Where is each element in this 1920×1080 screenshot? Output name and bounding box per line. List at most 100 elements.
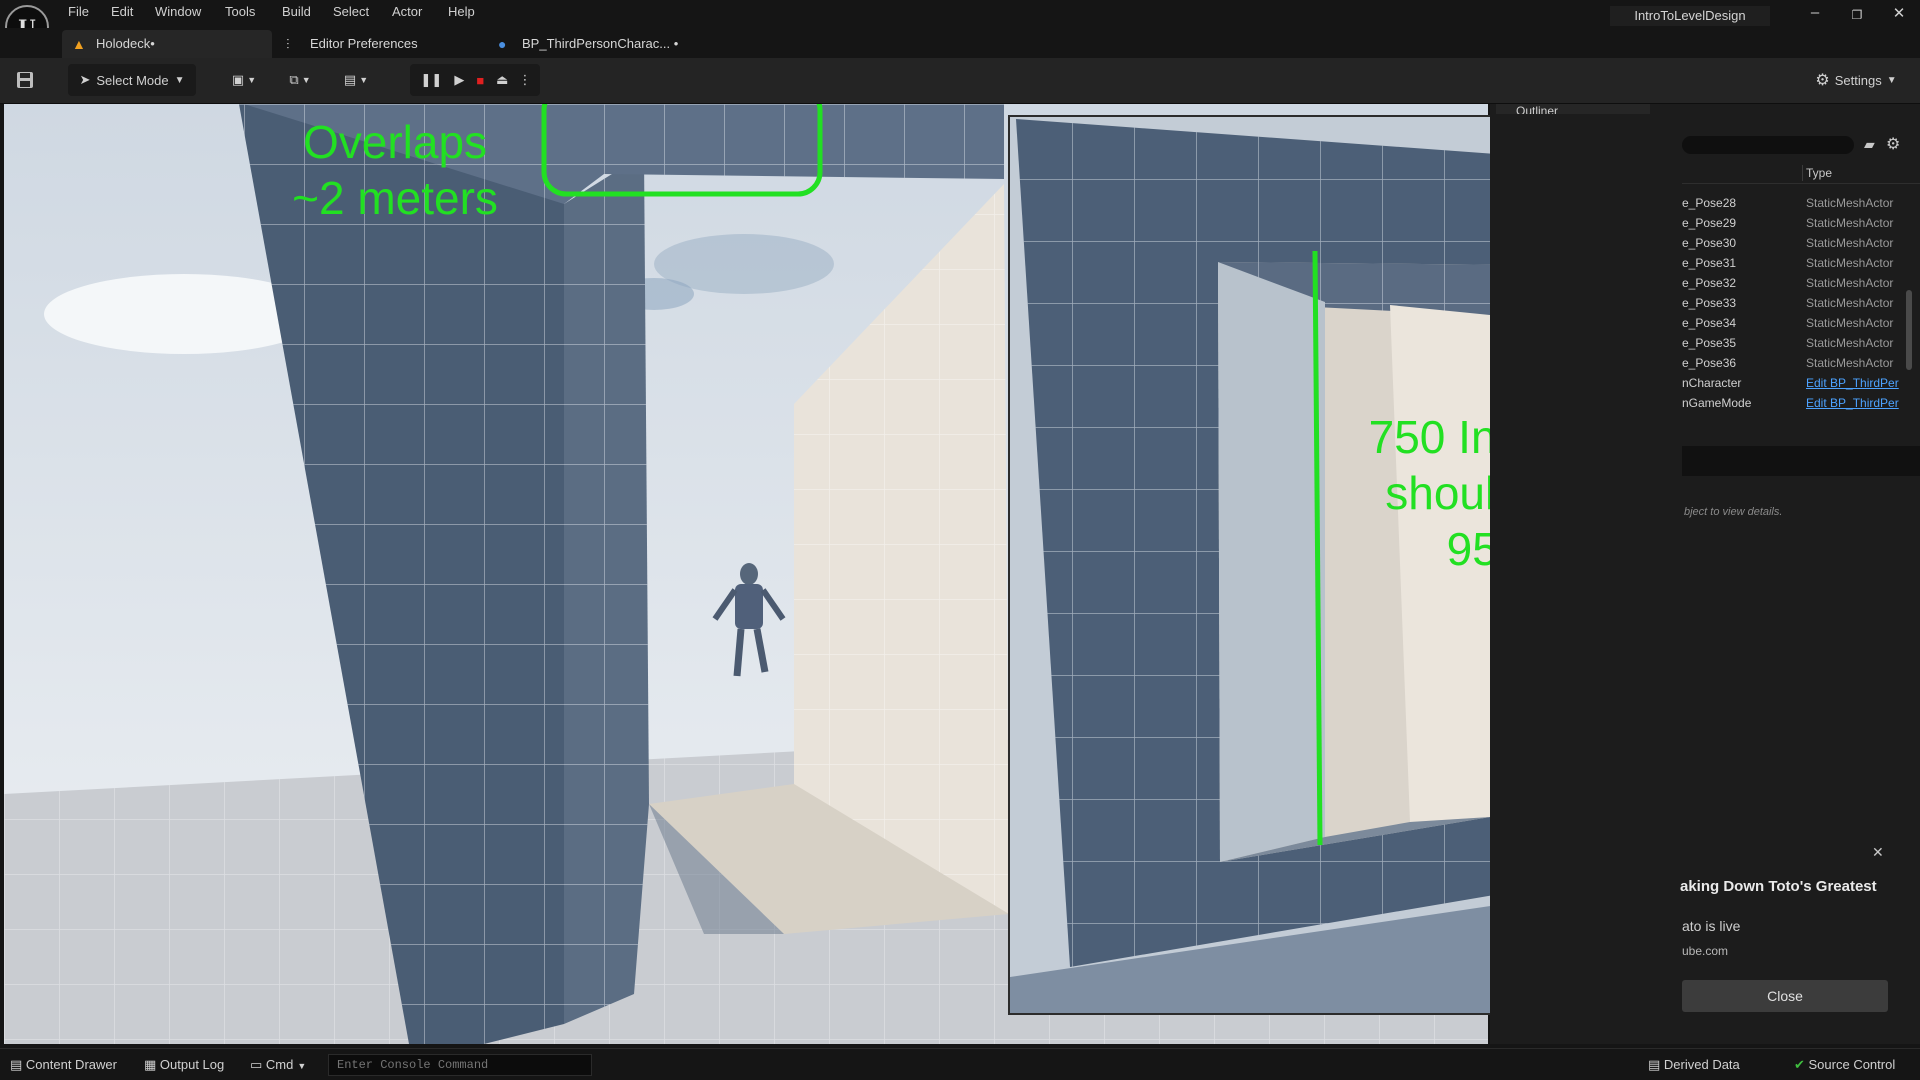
actor-type: StaticMeshActor: [1806, 276, 1894, 290]
console-command-input[interactable]: [328, 1054, 592, 1076]
cmd-label: Cmd: [265, 1057, 294, 1072]
list-item[interactable]: e_Pose36 StaticMeshActor: [1682, 353, 1920, 373]
tab-label: Editor Preferences: [310, 36, 418, 51]
actor-name: e_Pose35: [1682, 336, 1737, 350]
outliner-header: Type: [1682, 162, 1920, 184]
outliner-scrollbar[interactable]: [1906, 290, 1912, 370]
actor-name: e_Pose33: [1682, 296, 1737, 310]
gear-icon: ⚙: [1815, 72, 1830, 89]
edit-blueprint-link[interactable]: Edit BP_ThirdPer: [1806, 393, 1899, 413]
project-title: IntroToLevelDesign: [1610, 6, 1770, 26]
actor-type: StaticMeshActor: [1806, 236, 1894, 250]
content-drawer-button[interactable]: ▤ Content Drawer: [10, 1054, 117, 1076]
step-icon[interactable]: ▶: [454, 72, 464, 88]
details-header: [1682, 446, 1920, 476]
cmd-dropdown[interactable]: ▭ Cmd ▼: [250, 1054, 306, 1076]
source-control-label: Source Control: [1808, 1057, 1896, 1072]
settings-label: Settings: [1834, 72, 1882, 88]
actor-name: nGameMode: [1682, 396, 1752, 410]
close-icon[interactable]: ✕: [1872, 844, 1884, 861]
tab-bp-thirdperson[interactable]: ● BP_ThirdPersonCharac... •: [488, 30, 708, 58]
output-log-label: Output Log: [159, 1057, 225, 1072]
actor-name: e_Pose31: [1682, 256, 1737, 270]
list-item[interactable]: e_Pose28 StaticMeshActor: [1682, 193, 1920, 213]
list-item[interactable]: e_Pose31 StaticMeshActor: [1682, 253, 1920, 273]
output-log-button[interactable]: ▦ Output Log: [144, 1054, 224, 1076]
cinematics-icon[interactable]: ▤ ▼: [336, 64, 376, 96]
actor-type: StaticMeshActor: [1806, 336, 1894, 350]
stop-icon[interactable]: ■: [476, 73, 484, 88]
menu-build[interactable]: Build: [282, 4, 311, 19]
eject-icon[interactable]: ⏏: [496, 72, 508, 88]
folder-icon[interactable]: ▰: [1864, 136, 1875, 153]
more-options-icon[interactable]: ⋮: [518, 72, 531, 88]
log-icon: ▦: [144, 1057, 160, 1072]
annotation-line: ~2 meters: [292, 172, 498, 224]
play-controls: ❚❚ ▶ ■ ⏏ ⋮: [410, 64, 540, 96]
sliders-icon: ⫶: [286, 36, 290, 52]
actor-type: StaticMeshActor: [1806, 256, 1894, 270]
derived-data-label: Derived Data: [1663, 1057, 1740, 1072]
outliner-tab[interactable]: Outliner: [1496, 104, 1650, 114]
close-button[interactable]: ✕: [1884, 4, 1914, 22]
cursor-icon: ➤: [79, 72, 91, 87]
menu-tools[interactable]: Tools: [225, 4, 255, 19]
notification-close-button[interactable]: Close: [1682, 980, 1888, 1012]
restore-button[interactable]: ❐: [1842, 8, 1872, 22]
actor-name: e_Pose29: [1682, 216, 1737, 230]
select-mode-label: Select Mode: [96, 72, 169, 88]
list-item[interactable]: nCharacter Edit BP_ThirdPer: [1682, 373, 1920, 393]
terminal-icon: ▭: [250, 1057, 266, 1072]
type-header[interactable]: Type: [1806, 166, 1832, 180]
list-item[interactable]: e_Pose33 StaticMeshActor: [1682, 293, 1920, 313]
database-icon: ▤: [1648, 1057, 1664, 1072]
actor-type: StaticMeshActor: [1806, 216, 1894, 230]
actor-type: StaticMeshActor: [1806, 316, 1894, 330]
add-actor-icon[interactable]: ▣ ▼: [224, 64, 264, 96]
gear-icon[interactable]: ⚙: [1886, 134, 1900, 154]
menu-edit[interactable]: Edit: [111, 4, 133, 19]
overlaps-annotation: Overlaps ~2 meters: [270, 114, 520, 226]
notification-title: aking Down Toto's Greatest: [1680, 878, 1877, 895]
tab-label: BP_ThirdPersonCharac... •: [522, 36, 679, 51]
list-item[interactable]: e_Pose35 StaticMeshActor: [1682, 333, 1920, 353]
details-hint: bject to view details.: [1684, 506, 1783, 518]
actor-type: StaticMeshActor: [1806, 196, 1894, 210]
menu-actor[interactable]: Actor: [392, 4, 422, 19]
notification-url: ube.com: [1682, 944, 1729, 958]
tab-holodeck[interactable]: ▲ Holodeck•: [62, 30, 272, 58]
menu-file[interactable]: File: [68, 4, 89, 19]
list-item[interactable]: nGameMode Edit BP_ThirdPer: [1682, 393, 1920, 413]
select-mode-dropdown[interactable]: ➤ Select Mode ▼: [68, 64, 196, 96]
menu-window[interactable]: Window: [155, 4, 201, 19]
menu-help[interactable]: Help: [448, 4, 475, 19]
level-icon: ▲: [72, 36, 86, 52]
chevron-down-icon: ▼: [1886, 74, 1897, 86]
content-drawer-label: Content Drawer: [25, 1057, 117, 1072]
blueprint-icon: ●: [498, 36, 507, 52]
blueprints-icon[interactable]: ⧉ ▼: [280, 64, 320, 96]
minimize-button[interactable]: –: [1800, 4, 1830, 21]
tab-editor-preferences[interactable]: ⫶ Editor Preferences: [276, 30, 476, 58]
chevron-down-icon: ▼: [297, 1061, 307, 1071]
list-item[interactable]: e_Pose29 StaticMeshActor: [1682, 213, 1920, 233]
check-circle-icon: ✔: [1794, 1057, 1809, 1072]
list-item[interactable]: e_Pose34 StaticMeshActor: [1682, 313, 1920, 333]
list-item[interactable]: e_Pose30 StaticMeshActor: [1682, 233, 1920, 253]
save-icon[interactable]: [10, 64, 40, 96]
source-control-button[interactable]: ✔ Source Control: [1794, 1054, 1895, 1076]
actor-name: e_Pose34: [1682, 316, 1737, 330]
menu-select[interactable]: Select: [333, 4, 369, 19]
outliner-title: Outliner: [1516, 104, 1559, 114]
outliner-search-input[interactable]: [1682, 136, 1854, 154]
actor-name: e_Pose32: [1682, 276, 1737, 290]
pause-icon[interactable]: ❚❚: [421, 72, 443, 88]
derived-data-button[interactable]: ▤ Derived Data: [1648, 1054, 1740, 1076]
annotation-line: Overlaps: [302, 116, 488, 168]
drawer-icon: ▤: [10, 1057, 26, 1072]
settings-button[interactable]: ⚙ Settings ▼: [1808, 64, 1904, 96]
actor-name: e_Pose30: [1682, 236, 1737, 250]
actor-name: e_Pose28: [1682, 196, 1737, 210]
list-item[interactable]: e_Pose32 StaticMeshActor: [1682, 273, 1920, 293]
edit-blueprint-link[interactable]: Edit BP_ThirdPer: [1806, 373, 1899, 393]
